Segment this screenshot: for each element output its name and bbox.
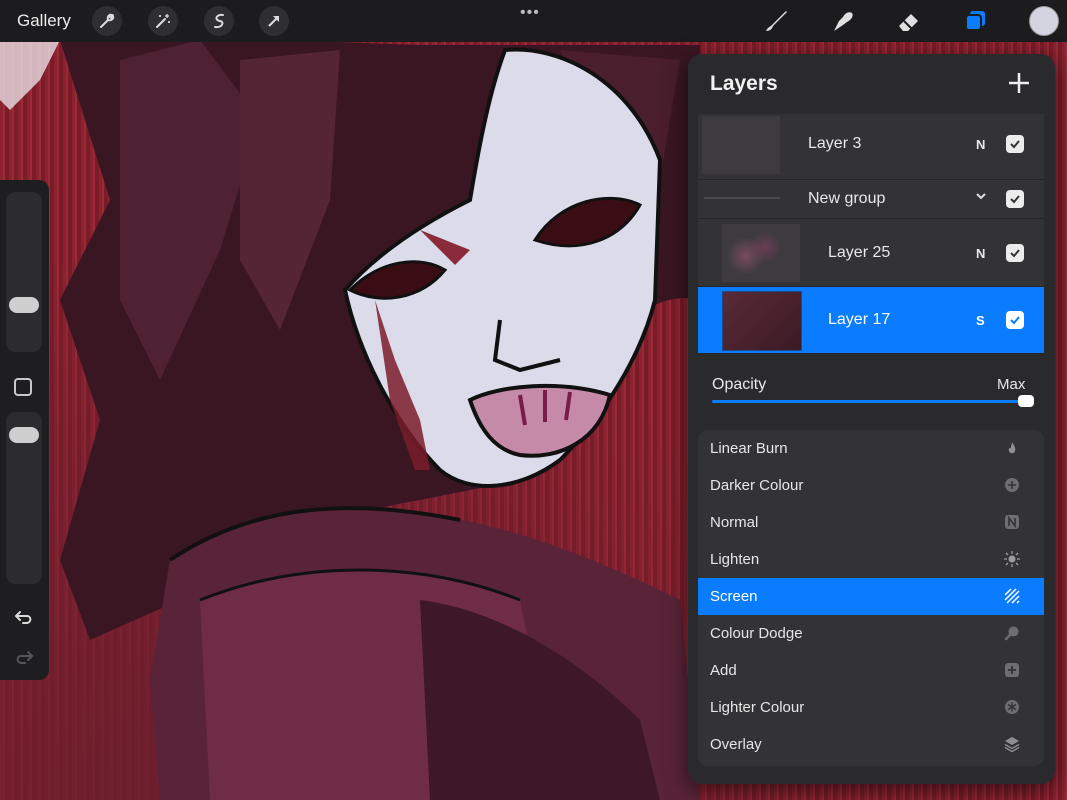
layers-title: Layers	[710, 72, 778, 95]
layer-row-layer-3[interactable]: Layer 3 N	[698, 114, 1044, 180]
layer-blend-mode[interactable]: N	[976, 137, 985, 152]
layer-thumbnail	[722, 291, 802, 351]
eraser-icon[interactable]	[893, 5, 925, 37]
color-swatch[interactable]	[1029, 6, 1059, 36]
transform-arrow-icon[interactable]	[259, 6, 289, 36]
opacity-slider-track[interactable]	[712, 400, 1032, 403]
left-sidebar	[0, 180, 49, 680]
layer-row-layer-17[interactable]: Layer 17 S	[698, 287, 1044, 354]
opacity-value: Max	[997, 376, 1026, 393]
smudge-icon[interactable]	[827, 5, 859, 37]
gallery-button[interactable]: Gallery	[17, 11, 71, 31]
brush-icon[interactable]	[760, 5, 792, 37]
n-square-icon	[1004, 514, 1020, 530]
flame-icon	[1004, 440, 1020, 456]
plus-circle-icon	[1004, 477, 1020, 493]
blend-mode-label: Darker Colour	[710, 477, 804, 494]
brush-size-slider[interactable]	[6, 192, 42, 352]
plus-square-icon	[1004, 662, 1020, 678]
blend-mode-lighten[interactable]: Lighten	[698, 541, 1044, 578]
blend-mode-label: Normal	[710, 514, 759, 531]
blend-mode-lighter-colour[interactable]: Lighter Colour	[698, 689, 1044, 726]
redo-icon[interactable]	[13, 646, 35, 668]
opacity-thumb[interactable]	[9, 427, 39, 443]
layer-name: Layer 3	[808, 135, 862, 152]
blend-mode-normal[interactable]: Normal	[698, 504, 1044, 541]
visibility-checkbox[interactable]	[1006, 244, 1024, 262]
magic-wand-icon[interactable]	[148, 6, 178, 36]
layer-blend-mode[interactable]: S	[976, 313, 985, 328]
layer-row-layer-25[interactable]: Layer 25 N	[698, 219, 1044, 287]
blend-mode-label: Lighten	[710, 551, 760, 568]
blend-mode-list: Linear Burn Darker Colour Normal Lighten…	[698, 430, 1044, 766]
blend-mode-darker-colour[interactable]: Darker Colour	[698, 467, 1044, 504]
layer-name: Layer 17	[828, 311, 891, 328]
more-dots[interactable]: •••	[520, 4, 540, 22]
modify-button[interactable]	[14, 378, 32, 396]
opacity-label: Opacity	[712, 376, 767, 393]
blend-mode-linear-burn[interactable]: Linear Burn	[698, 430, 1044, 467]
blend-mode-colour-dodge[interactable]: Colour Dodge	[698, 615, 1044, 652]
layer-name: Layer 25	[828, 244, 891, 261]
blend-mode-overlay[interactable]: Overlay	[698, 726, 1044, 763]
layers-icon[interactable]	[960, 5, 992, 37]
blend-mode-label: Colour Dodge	[710, 625, 803, 642]
layer-blend-mode[interactable]: N	[976, 246, 985, 261]
visibility-checkbox[interactable]	[1006, 311, 1024, 329]
selection-icon[interactable]	[204, 6, 234, 36]
top-toolbar: Gallery •••	[0, 0, 1067, 42]
blend-mode-label: Lighter Colour	[710, 699, 805, 716]
group-name: New group	[808, 190, 886, 207]
stack-icon	[1004, 736, 1020, 753]
layer-thumbnail	[722, 224, 800, 282]
blend-mode-label: Linear Burn	[710, 440, 788, 457]
visibility-checkbox[interactable]	[1006, 135, 1024, 153]
opacity-slider-thumb[interactable]	[1018, 395, 1034, 407]
layer-row-new-group[interactable]: New group	[698, 180, 1044, 219]
blend-mode-screen[interactable]: Screen	[698, 578, 1044, 615]
blend-mode-label: Overlay	[710, 736, 762, 753]
layers-panel: Layers Layer 3 N New group Layer 25 N La	[688, 54, 1055, 784]
asterisk-circle-icon	[1004, 699, 1020, 715]
wrench-icon[interactable]	[92, 6, 122, 36]
magnifier-icon	[1004, 625, 1020, 641]
layer-thumbnail	[702, 116, 780, 174]
blend-mode-label: Add	[710, 662, 737, 679]
add-layer-icon[interactable]	[1006, 70, 1032, 96]
visibility-checkbox[interactable]	[1006, 190, 1024, 208]
brush-size-thumb[interactable]	[9, 297, 39, 313]
chevron-down-icon[interactable]	[974, 189, 988, 208]
blend-mode-add[interactable]: Add	[698, 652, 1044, 689]
group-divider	[704, 197, 780, 199]
hatch-icon	[1004, 588, 1020, 604]
sun-burst-icon	[1004, 551, 1020, 567]
undo-icon[interactable]	[13, 606, 35, 628]
blend-mode-label: Screen	[710, 588, 758, 605]
